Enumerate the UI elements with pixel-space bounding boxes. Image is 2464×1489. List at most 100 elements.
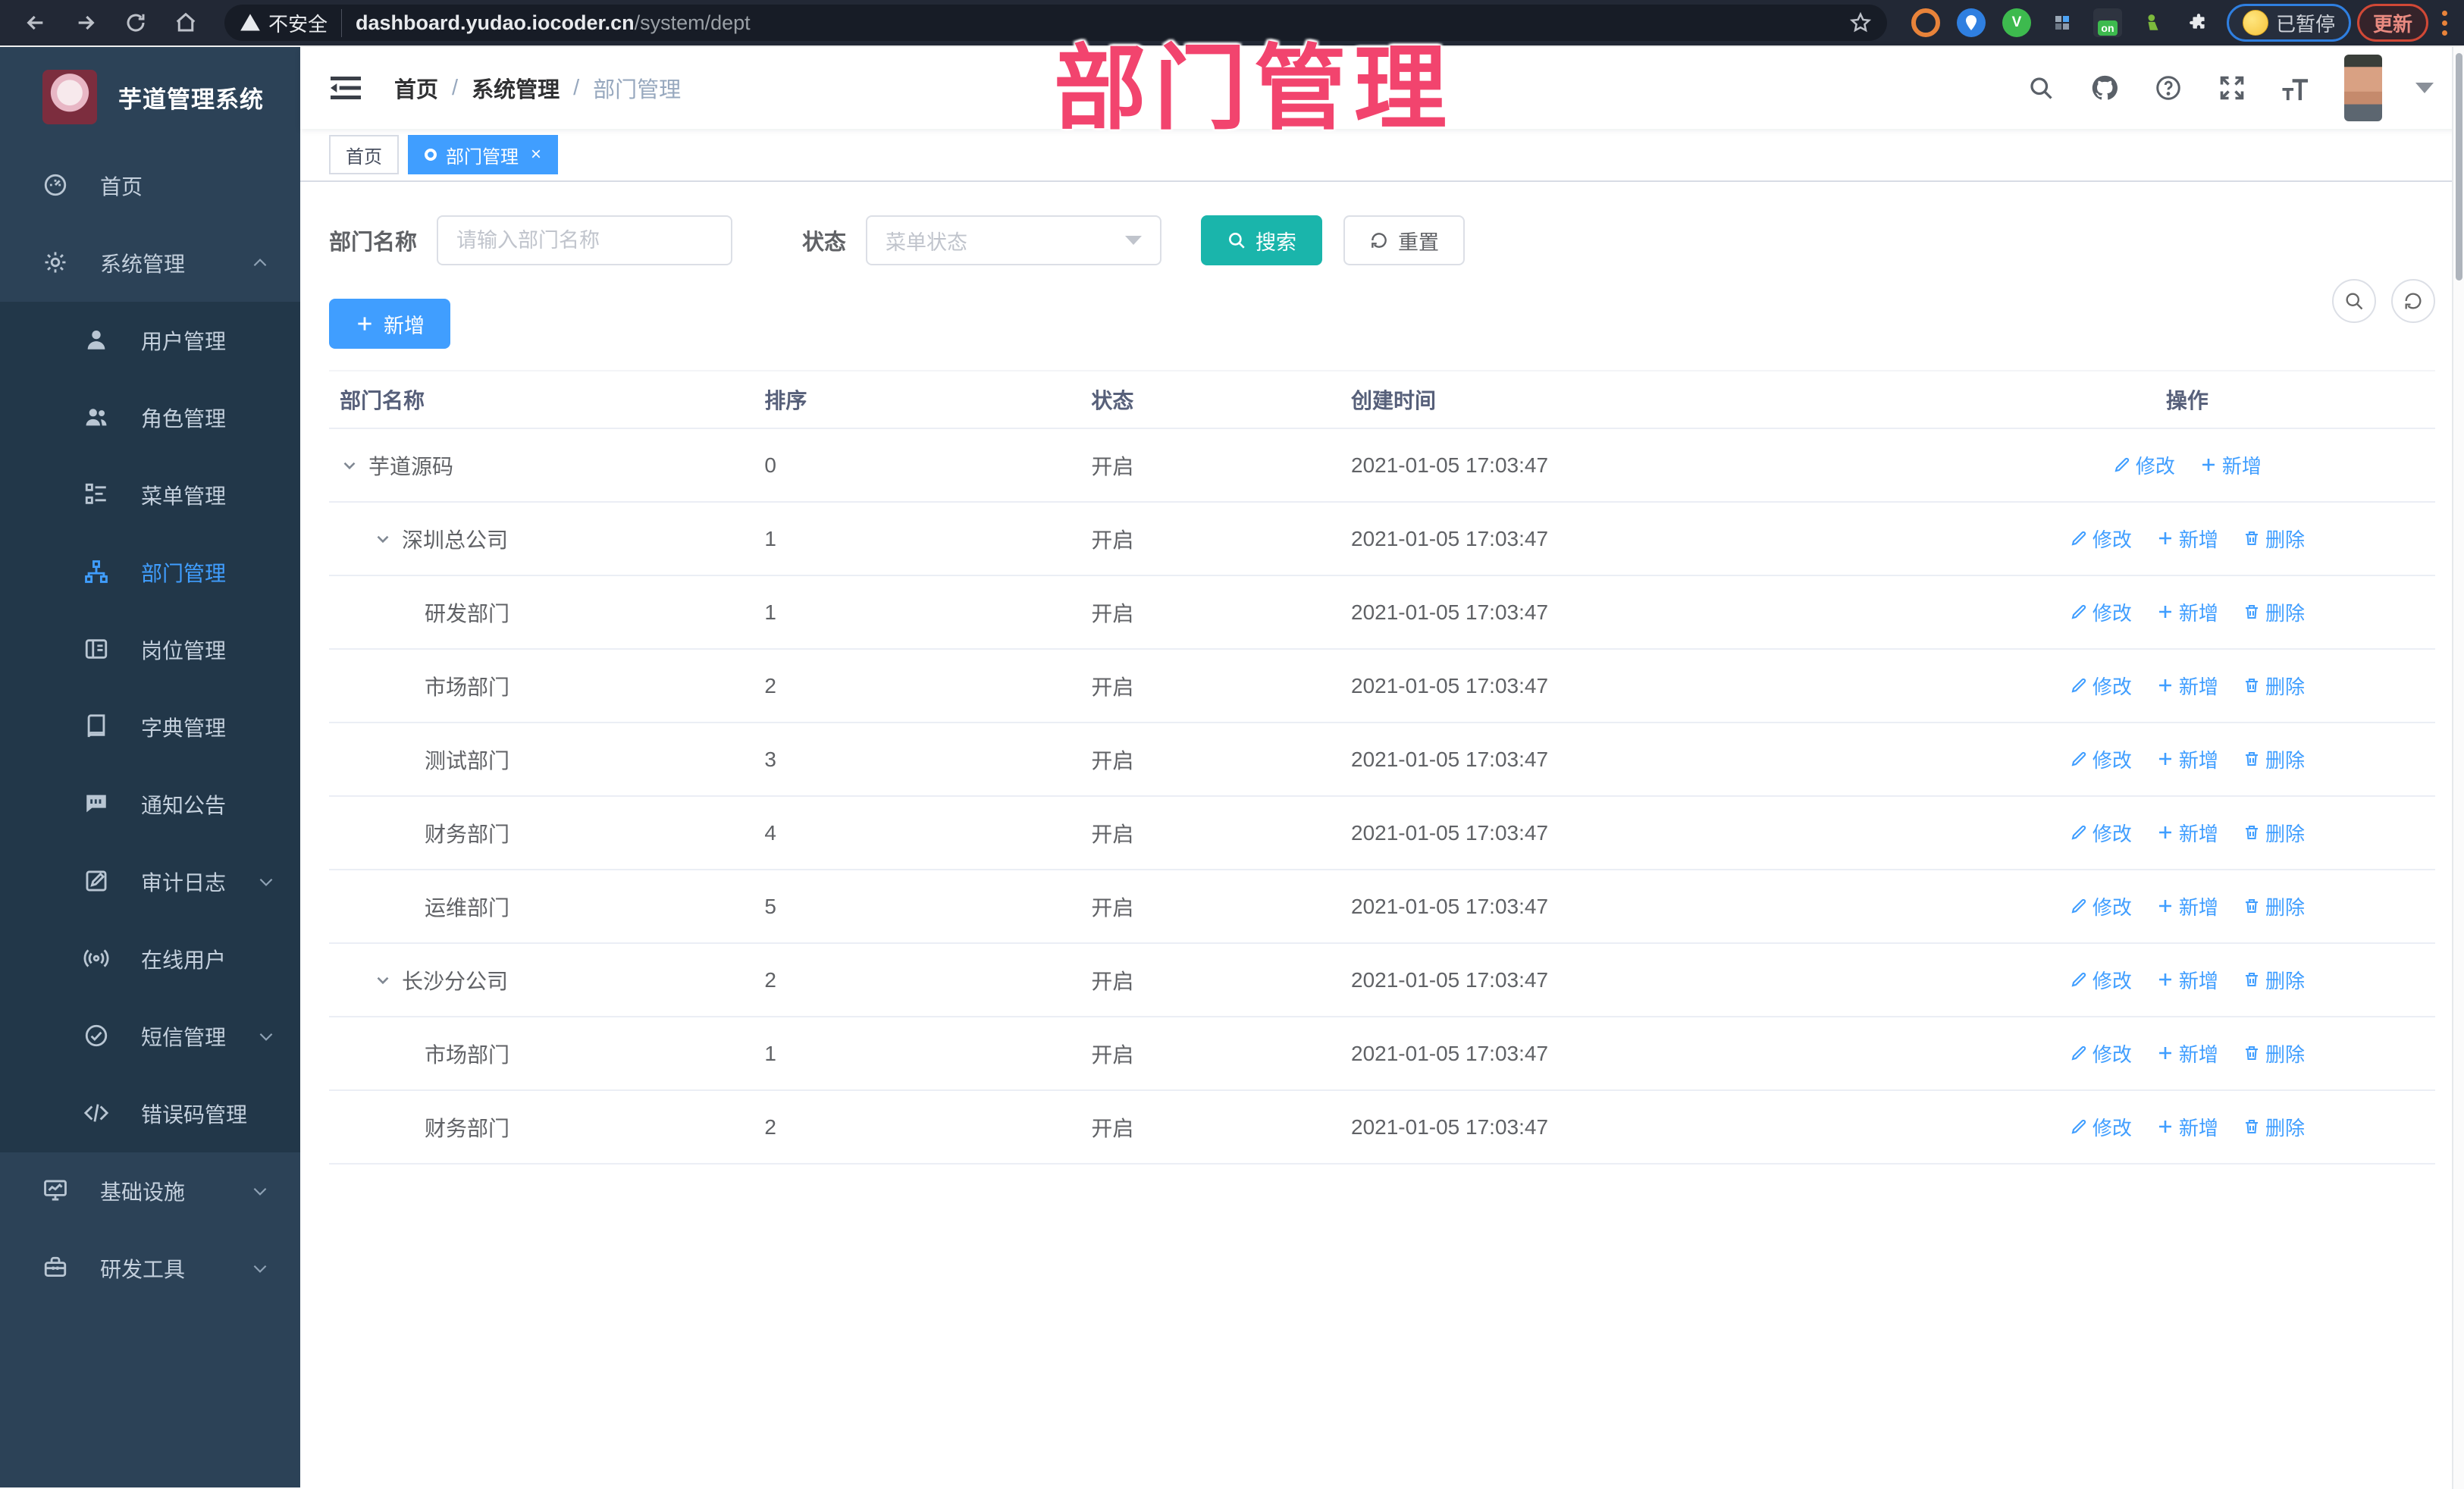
add-row-action[interactable]: 新增 [2156, 1039, 2218, 1067]
sidebar-item-通知公告[interactable]: 通知公告 [0, 766, 300, 843]
app-logo-row[interactable]: 芋道管理系统 [0, 47, 300, 147]
back-icon[interactable] [14, 5, 58, 41]
hamburger-icon[interactable] [331, 73, 364, 103]
add-row-action[interactable]: 新增 [2156, 1113, 2218, 1141]
delete-row-action[interactable]: 删除 [2243, 819, 2305, 847]
sidebar-item-角色管理[interactable]: 角色管理 [0, 379, 300, 456]
edit-row-action[interactable]: 修改 [2070, 892, 2132, 920]
add-row-action[interactable]: 新增 [2156, 819, 2218, 847]
dept-created-time: 2021-01-05 17:03:47 [1340, 1017, 1929, 1091]
orange-ring-extension-icon[interactable] [1911, 8, 1940, 37]
edit-row-action[interactable]: 修改 [2070, 672, 2132, 700]
map-pin-extension-icon[interactable] [1956, 8, 1986, 37]
tab-close-icon[interactable]: × [531, 144, 541, 165]
home-icon[interactable] [164, 5, 208, 41]
add-row-action[interactable]: 新增 [2156, 892, 2218, 920]
chevron-down-icon [256, 1027, 276, 1046]
chevron-down-icon [250, 1259, 270, 1278]
refresh-table-button[interactable] [2391, 279, 2435, 323]
avatar[interactable] [2344, 55, 2382, 121]
header-search-icon[interactable] [2026, 73, 2056, 103]
sidebar-item-label: 用户管理 [141, 330, 227, 353]
breadcrumb-item-系统管理[interactable]: 系统管理 [472, 72, 560, 104]
user-caret-icon[interactable] [2415, 83, 2434, 93]
green-bot-extension-icon[interactable] [2139, 8, 2168, 37]
list-on-extension-icon[interactable]: on [2093, 8, 2122, 37]
delete-row-action[interactable]: 删除 [2243, 892, 2305, 920]
sidebar-item-审计日志[interactable]: 审计日志 [0, 843, 300, 920]
sidebar-item-错误码管理[interactable]: 错误码管理 [0, 1075, 300, 1152]
show-search-toggle-button[interactable] [2332, 279, 2376, 323]
dept-name-input[interactable] [437, 215, 733, 265]
sidebar-item-字典管理[interactable]: 字典管理 [0, 688, 300, 766]
add-row-action[interactable]: 新增 [2156, 598, 2218, 626]
delete-row-action[interactable]: 删除 [2243, 598, 2305, 626]
delete-row-action[interactable]: 删除 [2243, 966, 2305, 994]
github-icon[interactable] [2089, 73, 2120, 103]
reset-button[interactable]: 重置 [1343, 215, 1466, 265]
table-row: 运维部门 5 开启 2021-01-05 17:03:47 修改 新增 删除 [329, 870, 2435, 944]
add-button[interactable]: 新增 [329, 299, 450, 349]
update-button[interactable]: 更新 [2356, 4, 2428, 42]
edit-row-action[interactable]: 修改 [2070, 1113, 2132, 1141]
delete-row-action[interactable]: 删除 [2243, 525, 2305, 553]
add-row-action[interactable]: 新增 [2199, 451, 2262, 479]
sidebar-item-部门管理[interactable]: 部门管理 [0, 534, 300, 611]
reload-icon[interactable] [114, 5, 158, 41]
search-button[interactable]: 搜索 [1201, 215, 1323, 265]
tab-首页[interactable]: 首页 [329, 135, 399, 174]
forward-icon[interactable] [64, 5, 108, 41]
profile-paused-chip[interactable]: 已暂停 [2226, 4, 2351, 42]
edit-row-action[interactable]: 修改 [2070, 745, 2132, 773]
add-row-action[interactable]: 新增 [2156, 525, 2218, 553]
add-row-action[interactable]: 新增 [2156, 745, 2218, 773]
expand-arrow-icon[interactable] [373, 529, 396, 549]
fullscreen-icon[interactable] [2217, 73, 2247, 103]
tab-部门管理[interactable]: 部门管理 × [408, 135, 559, 174]
table-row: 芋道源码 0 开启 2021-01-05 17:03:47 修改 新增 [329, 428, 2435, 503]
action-label: 删除 [2265, 528, 2305, 551]
font-size-icon[interactable] [2281, 73, 2311, 103]
dept-created-time: 2021-01-05 17:03:47 [1340, 943, 1929, 1017]
delete-row-action[interactable]: 删除 [2243, 1113, 2305, 1141]
add-row-action[interactable]: 新增 [2156, 672, 2218, 700]
delete-row-action[interactable]: 删除 [2243, 1039, 2305, 1067]
edit-row-action[interactable]: 修改 [2070, 819, 2132, 847]
sidebar-item-岗位管理[interactable]: 岗位管理 [0, 611, 300, 688]
edit-row-action[interactable]: 修改 [2070, 966, 2132, 994]
sidebar-item-系统管理[interactable]: 系统管理 [0, 224, 300, 302]
grid-extension-icon[interactable] [2048, 8, 2077, 37]
plus-icon [2156, 750, 2174, 768]
browser-menu-icon[interactable] [2439, 8, 2450, 39]
sidebar-item-在线用户[interactable]: 在线用户 [0, 920, 300, 998]
dept-sort: 0 [754, 428, 1081, 503]
edit-row-action[interactable]: 修改 [2113, 451, 2175, 479]
puzzle-extension-icon[interactable] [2184, 8, 2213, 37]
dept-sort: 5 [754, 870, 1081, 944]
sidebar-item-菜单管理[interactable]: 菜单管理 [0, 456, 300, 534]
delete-row-action[interactable]: 删除 [2243, 672, 2305, 700]
sidebar-item-研发工具[interactable]: 研发工具 [0, 1230, 300, 1307]
action-label: 新增 [2178, 895, 2218, 919]
sidebar-item-首页[interactable]: 首页 [0, 147, 300, 224]
green-check-extension-icon[interactable]: V [2002, 8, 2031, 37]
sidebar-item-短信管理[interactable]: 短信管理 [0, 998, 300, 1075]
edit-row-action[interactable]: 修改 [2070, 598, 2132, 626]
sidebar-item-基础设施[interactable]: 基础设施 [0, 1152, 300, 1230]
help-icon[interactable] [2153, 73, 2183, 103]
bookmark-star-icon[interactable] [1849, 11, 1872, 34]
status-select[interactable]: 菜单状态 [866, 215, 1162, 265]
edit-row-action[interactable]: 修改 [2070, 1039, 2132, 1067]
breadcrumb-item-首页[interactable]: 首页 [394, 72, 438, 104]
active-tab-dot-icon [425, 149, 437, 161]
expand-arrow-icon[interactable] [373, 970, 396, 990]
add-row-action[interactable]: 新增 [2156, 966, 2218, 994]
expand-arrow-icon[interactable] [340, 456, 362, 475]
page-scrollbar[interactable] [2452, 47, 2464, 1489]
delete-row-action[interactable]: 删除 [2243, 745, 2305, 773]
scrollbar-thumb[interactable] [2456, 53, 2462, 281]
sidebar-item-用户管理[interactable]: 用户管理 [0, 302, 300, 379]
edit-row-action[interactable]: 修改 [2070, 525, 2132, 553]
action-label: 删除 [2265, 895, 2305, 919]
paused-label: 已暂停 [2275, 12, 2335, 36]
